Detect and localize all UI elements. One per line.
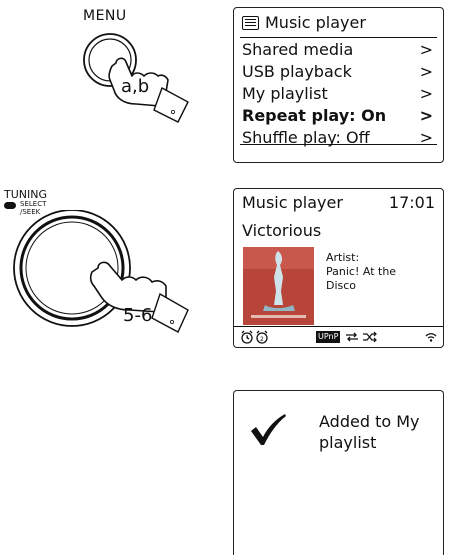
menu-button-label: MENU (83, 8, 127, 24)
confirmation-screen: Added to My playlist (233, 390, 444, 555)
repeat-icon (346, 332, 359, 342)
select-label: SELECT (20, 200, 47, 208)
menu-screen: Music player Shared media > USB playback… (233, 7, 444, 163)
wifi-signal-icon (425, 333, 437, 342)
chevron-right-icon: > (419, 61, 433, 81)
clock-time: 17:01 (388, 193, 435, 212)
status-bar: 2 UPnP (240, 329, 437, 345)
chevron-right-icon: > (419, 105, 433, 125)
now-playing-screen: Music player 17:01 Victorious Artist: Pa… (233, 188, 444, 348)
tuning-knob-illustration[interactable] (10, 210, 210, 360)
menu-screen-title: Music player (265, 13, 366, 32)
artist-name-line2: Disco (326, 279, 357, 292)
menu-item-shared-media[interactable]: Shared media > (242, 38, 433, 60)
menu-button-step: a,b (121, 76, 150, 97)
now-playing-title: Music player (242, 193, 343, 212)
upnp-badge: UPnP (316, 331, 341, 343)
status-bar-divider (234, 326, 443, 327)
now-playing-header: Music player 17:01 (242, 193, 435, 212)
artist-label: Artist: (326, 251, 360, 264)
confirmation-line2: playlist (319, 433, 377, 452)
list-menu-icon (242, 15, 259, 30)
checkmark-icon (251, 414, 286, 445)
menu-item-my-playlist[interactable]: My playlist > (242, 82, 433, 104)
select-button-icon (4, 202, 16, 209)
chevron-right-icon: > (419, 39, 433, 59)
menu-item-usb-playback[interactable]: USB playback > (242, 60, 433, 82)
menu-item-repeat-play[interactable]: Repeat play: On > (242, 104, 433, 126)
track-title: Victorious (242, 221, 322, 240)
album-art (243, 247, 314, 325)
menu-screen-header: Music player (242, 13, 366, 32)
artist-info: Artist: Panic! At the Disco (326, 251, 396, 293)
alarm-icon: 2 (241, 330, 268, 344)
confirmation-message: Added to My playlist (319, 411, 439, 453)
menu-bottom-divider (240, 144, 437, 145)
shuffle-icon (363, 331, 378, 343)
svg-text:2: 2 (260, 336, 264, 343)
artist-name-line1: Panic! At the (326, 265, 397, 278)
confirmation-line1: Added to My (319, 412, 420, 431)
chevron-right-icon: > (419, 83, 433, 103)
tuning-knob-step: 5-6 (123, 305, 153, 326)
